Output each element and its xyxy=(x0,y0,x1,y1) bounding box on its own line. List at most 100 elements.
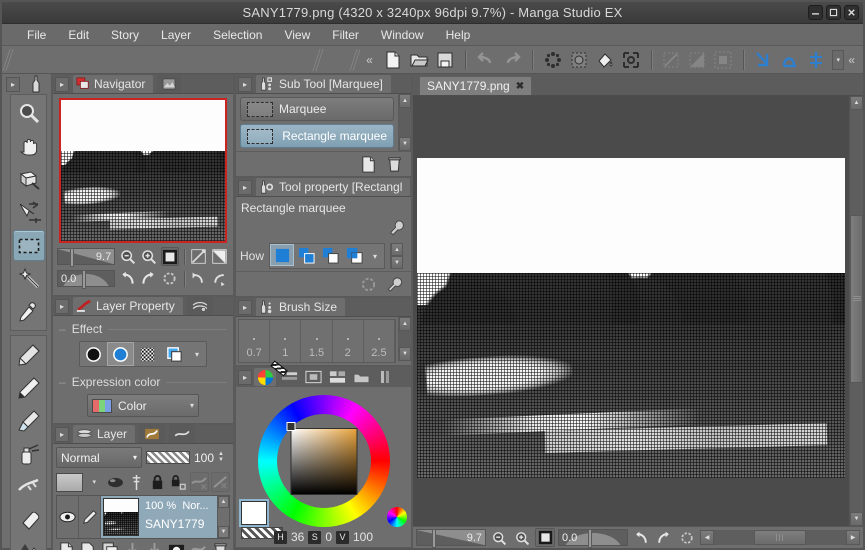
new-sub-tool-button[interactable] xyxy=(357,154,379,174)
zoom-out-button[interactable] xyxy=(118,247,136,266)
canvas-horizontal-scrollbar[interactable]: ◀ ▶ xyxy=(700,530,860,545)
brush-size-scroll-down[interactable]: ▼ xyxy=(399,347,411,361)
invert-selection-button[interactable] xyxy=(711,49,735,71)
rotate-left-button[interactable] xyxy=(118,269,136,288)
rotate-right-button[interactable] xyxy=(139,269,157,288)
ruler-parallel-button[interactable] xyxy=(752,49,776,71)
ruler-perspective-button[interactable] xyxy=(804,49,828,71)
layer-scroll-up[interactable]: ▲ xyxy=(218,496,229,508)
menu-layer[interactable]: Layer xyxy=(150,26,202,44)
canvas-scroll-down-button[interactable]: ▼ xyxy=(850,512,863,526)
reset-tool-button[interactable] xyxy=(357,274,379,294)
rotate-step-left-button[interactable] xyxy=(190,269,208,288)
saturation-value-square[interactable] xyxy=(290,428,357,495)
foreground-color-swatch[interactable] xyxy=(239,499,269,527)
pencil-tool[interactable] xyxy=(13,339,45,370)
status-zoom-out-button[interactable] xyxy=(489,528,509,547)
pen-tool[interactable] xyxy=(13,372,45,403)
menu-view[interactable]: View xyxy=(273,26,321,44)
selection-new-button[interactable] xyxy=(270,244,295,266)
history-tab[interactable] xyxy=(374,368,396,386)
toolbar-overflow-button[interactable]: ▾ xyxy=(832,49,845,70)
menu-file[interactable]: File xyxy=(16,26,57,44)
menu-filter[interactable]: Filter xyxy=(321,26,370,44)
transform-selection-button[interactable] xyxy=(619,49,643,71)
menu-help[interactable]: Help xyxy=(435,26,482,44)
blend-mode-combo[interactable]: Normal ▾ xyxy=(56,447,142,468)
layer-color-chip[interactable] xyxy=(56,472,83,492)
tab-layer-effects[interactable] xyxy=(169,425,196,443)
brush-size-menu-button[interactable]: ▸ xyxy=(238,299,252,315)
brush-size-cell[interactable]: 0.7 xyxy=(239,320,271,362)
undo-button[interactable] xyxy=(474,49,498,71)
sub-tool-scrollbar[interactable]: ▲ ▼ xyxy=(398,94,411,151)
fit-to-screen-button[interactable] xyxy=(160,247,179,266)
selection-subtract-button[interactable] xyxy=(318,244,342,266)
color-wheel-tab[interactable] xyxy=(254,368,276,386)
canvas-vscroll-thumb[interactable] xyxy=(850,214,863,384)
status-zoom-slider[interactable]: 9.7 xyxy=(416,529,486,548)
sub-tool-item-rectangle-marquee[interactable]: Rectangle marquee xyxy=(240,124,394,148)
mask-enable-button[interactable] xyxy=(189,472,209,492)
expression-color-combo[interactable]: Color ▾ xyxy=(87,394,199,417)
toolbar-grip-2[interactable] xyxy=(310,48,327,71)
ruler-curve-button[interactable] xyxy=(778,49,802,71)
canvas-vscroll-track[interactable] xyxy=(850,110,863,512)
status-rotation-slider[interactable]: 0.0 xyxy=(558,529,628,548)
merge-down-button[interactable] xyxy=(122,540,142,550)
status-rotate-left-button[interactable] xyxy=(631,528,651,547)
open-file-button[interactable] xyxy=(407,49,431,71)
menu-story[interactable]: Story xyxy=(100,26,150,44)
status-reset-rotation-button[interactable] xyxy=(677,528,697,547)
magic-wand-tool[interactable] xyxy=(13,263,45,294)
cut-selection-button[interactable] xyxy=(659,49,683,71)
reset-rotation-button[interactable] xyxy=(161,269,179,288)
layer-list[interactable]: 100 % Nor... SANY1779 ▲ ▼ xyxy=(56,495,230,539)
combine-layers-button[interactable] xyxy=(144,540,164,550)
menu-window[interactable]: Window xyxy=(370,26,435,44)
layer-visibility-toggle[interactable] xyxy=(57,496,79,538)
color-panel-menu-button[interactable]: ▸ xyxy=(238,369,252,385)
navigator-zoom-slider[interactable]: 9.7 xyxy=(57,248,116,267)
layer-color-dropdown[interactable]: ▾ xyxy=(85,472,104,492)
layer-property-menu-button[interactable]: ▸ xyxy=(55,298,69,314)
palette-color-button[interactable] xyxy=(106,472,125,492)
object-tool[interactable] xyxy=(13,197,45,228)
brush-size-cell[interactable]: 2.5 xyxy=(364,320,396,362)
color-set-tab[interactable] xyxy=(302,368,324,386)
menu-edit[interactable]: Edit xyxy=(57,26,100,44)
tab-tone-property[interactable] xyxy=(186,297,213,315)
layer-property-button[interactable] xyxy=(188,540,208,550)
navigator-menu-button[interactable]: ▸ xyxy=(55,76,69,92)
tab-layer-property[interactable]: Layer Property xyxy=(73,297,183,315)
minimize-button[interactable] xyxy=(808,5,823,20)
canvas-hscroll-thumb[interactable] xyxy=(753,530,807,545)
tab-navigator[interactable]: Navigator xyxy=(73,75,154,93)
tab-layer-mask[interactable] xyxy=(139,425,166,443)
brush-tool[interactable] xyxy=(13,405,45,436)
canvas-scroll-up-button[interactable]: ▲ xyxy=(850,96,863,110)
close-button[interactable] xyxy=(844,5,859,20)
close-icon[interactable]: ✖ xyxy=(516,81,524,92)
material-tab[interactable] xyxy=(350,368,372,386)
effect-none-button[interactable] xyxy=(80,342,107,366)
new-layer-folder-button[interactable] xyxy=(78,540,98,550)
color-mixer-tab[interactable] xyxy=(326,368,348,386)
brush-size-cell[interactable]: 1 xyxy=(270,320,302,362)
mask-disable-button[interactable] xyxy=(210,472,231,492)
status-rotate-right-button[interactable] xyxy=(654,528,674,547)
eyedropper-tool[interactable] xyxy=(13,296,45,327)
new-file-button[interactable] xyxy=(381,49,405,71)
delete-layer-button[interactable] xyxy=(210,540,230,550)
canvas-viewport[interactable] xyxy=(413,96,849,526)
zoom-tool[interactable] xyxy=(13,98,45,129)
redo-button[interactable] xyxy=(500,49,524,71)
zoom-in-button[interactable] xyxy=(139,247,157,266)
tool-property-scrollbar[interactable]: ▲ ▼ xyxy=(390,243,404,269)
toolbar-collapse-left[interactable]: « xyxy=(362,53,377,67)
status-zoom-in-button[interactable] xyxy=(512,528,532,547)
effect-tone-button[interactable] xyxy=(107,342,134,366)
fill-selection-button[interactable] xyxy=(593,49,617,71)
tab-brush-size[interactable]: Brush Size xyxy=(256,298,346,316)
canvas-scroll-left-button[interactable]: ◀ xyxy=(700,530,714,545)
